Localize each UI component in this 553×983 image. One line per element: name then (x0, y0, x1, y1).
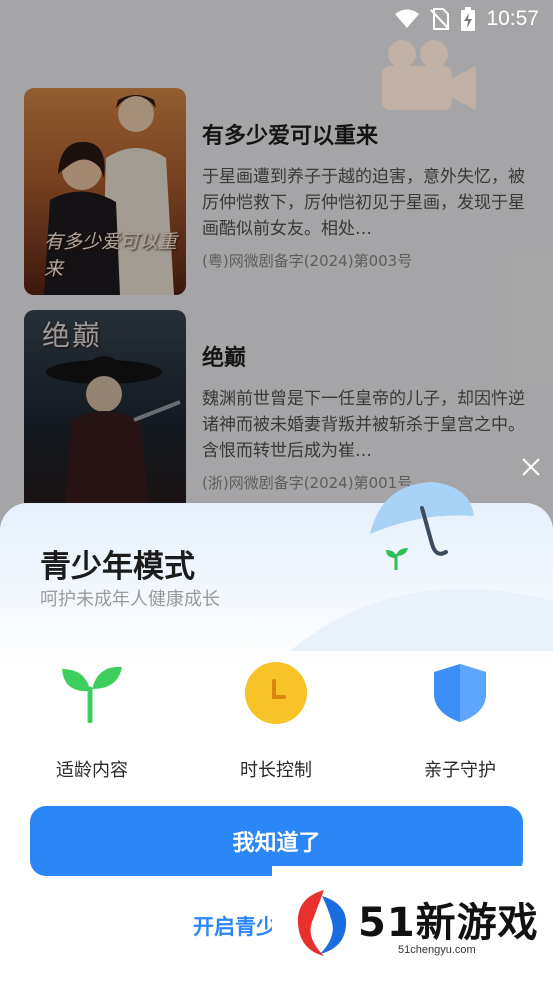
close-icon[interactable] (519, 455, 543, 479)
logo-icon (297, 890, 347, 956)
enable-teen-mode-link[interactable]: 开启青少 (193, 911, 277, 941)
video-camera-icon (382, 40, 476, 110)
feature-label: 适龄内容 (56, 760, 128, 781)
status-bar: 10:57 (0, 0, 553, 38)
umbrella-icon (370, 482, 474, 570)
feature-age-appropriate: 适龄内容 (0, 658, 184, 782)
clock-time: 10:57 (486, 7, 539, 30)
feature-time-control: 时长控制 (184, 658, 368, 782)
wifi-icon (395, 9, 420, 28)
feature-label: 时长控制 (240, 760, 312, 781)
clock-icon (241, 658, 311, 728)
battery-charging-icon (461, 7, 476, 31)
site-watermark: 51新游戏 51chengyu.com (272, 866, 553, 983)
sprout-icon (57, 658, 127, 728)
feature-parental-guard: 亲子守护 (368, 658, 552, 782)
umbrella-illustration (290, 588, 553, 651)
dialog-title: 青少年模式 (40, 549, 195, 585)
shield-icon (425, 658, 495, 728)
feature-list: 适龄内容 时长控制 亲子守护 (0, 658, 553, 782)
dialog-subtitle: 呵护未成年人健康成长 (40, 589, 220, 610)
feature-label: 亲子守护 (424, 760, 496, 781)
watermark-title: 51新游戏 (358, 900, 539, 946)
watermark-url: 51chengyu.com (398, 944, 476, 956)
no-sim-icon (430, 8, 451, 30)
